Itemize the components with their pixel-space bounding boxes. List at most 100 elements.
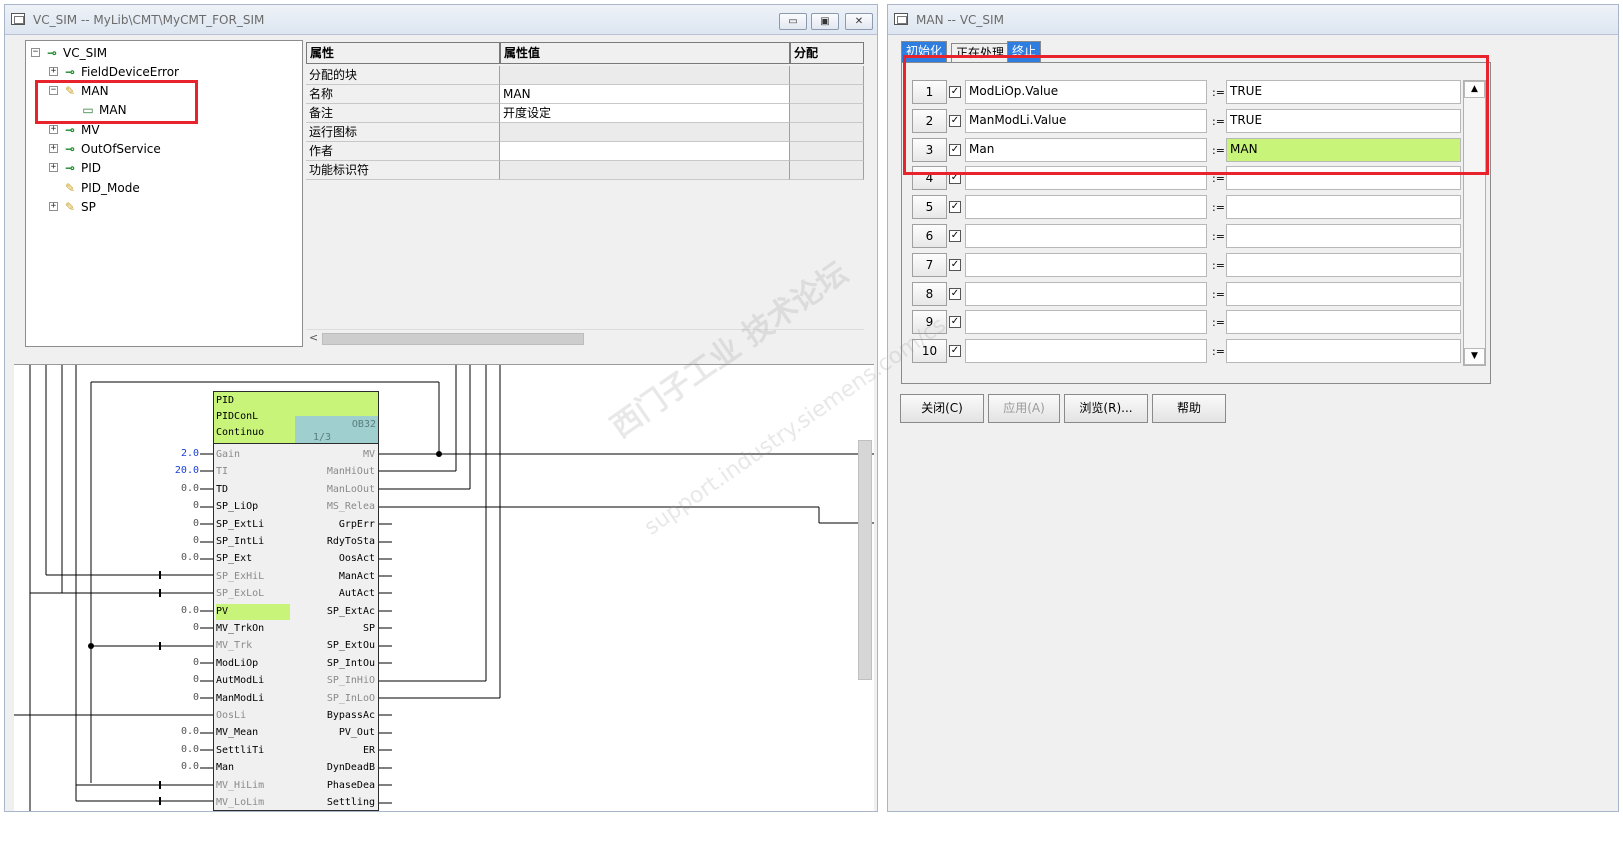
pid-input-pin[interactable]: MV_Mean [216, 725, 258, 741]
row-number-button[interactable]: 7 [912, 252, 947, 277]
header-property[interactable]: 属性 [306, 42, 500, 64]
pid-output-pin[interactable]: ManLoOut [327, 482, 375, 498]
pid-input-pin[interactable]: SettliTi [216, 743, 264, 759]
row-target-input[interactable] [965, 310, 1207, 335]
pid-input-pin[interactable]: SP_ExLoL [216, 586, 264, 602]
help-button[interactable]: 帮助 [1152, 394, 1226, 423]
pid-input-pin[interactable]: MV_HiLim [216, 778, 264, 794]
table-row[interactable]: 功能标识符 [306, 161, 864, 180]
pid-output-pin[interactable]: ManAct [339, 569, 375, 585]
pid-input-pin[interactable]: PV [216, 603, 290, 620]
row-target-input[interactable] [965, 195, 1207, 220]
pid-output-pin[interactable]: RdyToSta [327, 534, 375, 550]
header-value[interactable]: 属性值 [500, 42, 790, 64]
pid-output-pin[interactable]: PV_Out [339, 725, 375, 741]
property-value[interactable]: MAN [500, 85, 790, 104]
pid-input-pin[interactable]: TI [216, 464, 228, 480]
row-enable-checkbox[interactable]: ✓ [949, 345, 961, 358]
pid-input-pin[interactable]: SP_IntLi [216, 534, 264, 550]
row-target-input[interactable] [965, 281, 1207, 306]
expand-icon[interactable]: + [49, 67, 58, 76]
pid-input-pin[interactable]: SP_Ext [216, 551, 252, 567]
row-enable-checkbox[interactable]: ✓ [949, 201, 961, 214]
pid-output-pin[interactable]: DynDeadB [327, 760, 375, 776]
pid-output-pin[interactable]: SP [363, 621, 375, 637]
pid-output-pin[interactable]: AutAct [339, 586, 375, 602]
row-target-input[interactable] [965, 224, 1207, 248]
row-target-input[interactable] [965, 252, 1207, 277]
scroll-thumb[interactable] [322, 333, 584, 345]
apply-button[interactable]: 应用(A) [988, 394, 1060, 423]
row-enable-checkbox[interactable]: ✓ [949, 230, 961, 242]
pid-output-pin[interactable]: SP_InLoO [327, 691, 375, 707]
pid-output-pin[interactable]: SP_IntOu [327, 656, 375, 672]
row-value-input[interactable] [1226, 339, 1461, 364]
pid-output-pin[interactable]: SP_InHiO [327, 673, 375, 689]
table-row[interactable]: 分配的块 [306, 66, 864, 85]
pid-output-pin[interactable]: MS_Relea [327, 499, 375, 515]
pid-output-pin[interactable]: GrpErr [339, 517, 375, 533]
pid-input-pin[interactable]: SP_LiOp [216, 499, 258, 515]
row-value-input[interactable] [1226, 310, 1461, 335]
row-target-input[interactable] [965, 339, 1207, 364]
pid-input-pin[interactable]: Gain [216, 447, 240, 463]
collapse-icon[interactable]: − [31, 48, 40, 57]
pid-input-pin[interactable]: SP_ExtLi [216, 517, 264, 533]
cfc-chart[interactable]: PID PIDConL Continuo OB32 1/3 Gain TI TD SP… [14, 364, 874, 811]
row-number-button[interactable]: 5 [912, 195, 947, 220]
expand-icon[interactable]: + [49, 202, 58, 211]
property-value[interactable] [500, 66, 790, 85]
property-value[interactable] [500, 142, 790, 161]
pid-output-pin[interactable]: MV [363, 447, 375, 463]
property-value[interactable] [500, 123, 790, 142]
scroll-down-icon[interactable]: ▼ [1464, 348, 1485, 365]
scroll-left-icon[interactable]: < [309, 331, 318, 344]
maximize-button[interactable]: ▣ [811, 13, 839, 30]
pid-output-pin[interactable]: SP_ExtAc [327, 604, 375, 620]
row-number-button[interactable]: 6 [912, 224, 947, 248]
table-row[interactable]: 名称 MAN [306, 85, 864, 104]
pid-input-pin[interactable]: Man [216, 760, 234, 776]
pid-output-pin[interactable]: ER [363, 743, 375, 759]
row-value-input[interactable] [1226, 195, 1461, 220]
pid-input-pin[interactable]: ManModLi [216, 691, 264, 707]
close-dialog-button[interactable]: 关闭(C) [900, 394, 984, 423]
property-value[interactable]: 开度设定 [500, 104, 790, 123]
pid-input-pin[interactable]: MV_TrkOn [216, 621, 264, 637]
row-value-input[interactable] [1226, 281, 1461, 306]
row-enable-checkbox[interactable]: ✓ [949, 258, 961, 271]
pid-output-pin[interactable]: ManHiOut [327, 464, 375, 480]
pid-output-pin[interactable]: BypassAc [327, 708, 375, 724]
row-enable-checkbox[interactable]: ✓ [949, 287, 961, 300]
pid-input-pin[interactable]: AutModLi [216, 673, 264, 689]
pid-input-pin[interactable]: MV_Trk [216, 638, 252, 654]
expand-icon[interactable]: + [49, 163, 58, 172]
pid-output-pin[interactable]: Settling [327, 795, 375, 811]
expand-icon[interactable]: + [49, 125, 58, 134]
row-value-input[interactable] [1226, 224, 1461, 248]
pid-output-pin[interactable]: PhaseDea [327, 778, 375, 794]
pid-input-pin[interactable]: TD [216, 482, 228, 498]
row-number-button[interactable]: 8 [912, 281, 947, 306]
pid-input-pin[interactable]: MV_LoLim [216, 795, 264, 811]
table-row[interactable]: 备注 开度设定 [306, 104, 864, 123]
cfc-vscrollbar[interactable] [858, 440, 872, 680]
minimize-button[interactable]: ▭ [779, 13, 807, 30]
row-value-input[interactable] [1226, 252, 1461, 277]
right-window-titlebar[interactable]: MAN -- VC_SIM [888, 5, 1618, 35]
left-window-titlebar[interactable]: VC_SIM -- MyLib\CMT\MyCMT_FOR_SIM ▭ ▣ ✕ [5, 5, 877, 35]
table-row[interactable]: 运行图标 [306, 123, 864, 142]
row-enable-checkbox[interactable]: ✓ [949, 316, 961, 329]
pid-output-pin[interactable]: SP_ExtOu [327, 638, 375, 654]
header-assign[interactable]: 分配 [790, 42, 864, 64]
browse-button[interactable]: 浏览(R)... [1064, 394, 1148, 423]
pid-output-pin[interactable]: OosAct [339, 551, 375, 567]
table-row[interactable]: 作者 [306, 142, 864, 161]
property-value[interactable] [500, 161, 790, 180]
pid-input-pin[interactable]: OosLi [216, 708, 246, 724]
close-button[interactable]: ✕ [845, 13, 873, 30]
pid-function-block[interactable]: PID PIDConL Continuo OB32 1/3 Gain TI TD SP… [213, 391, 379, 811]
pid-input-pin[interactable]: ModLiOp [216, 656, 258, 672]
expand-icon[interactable]: + [49, 144, 58, 153]
pid-input-pin[interactable]: SP_ExHiL [216, 569, 264, 585]
